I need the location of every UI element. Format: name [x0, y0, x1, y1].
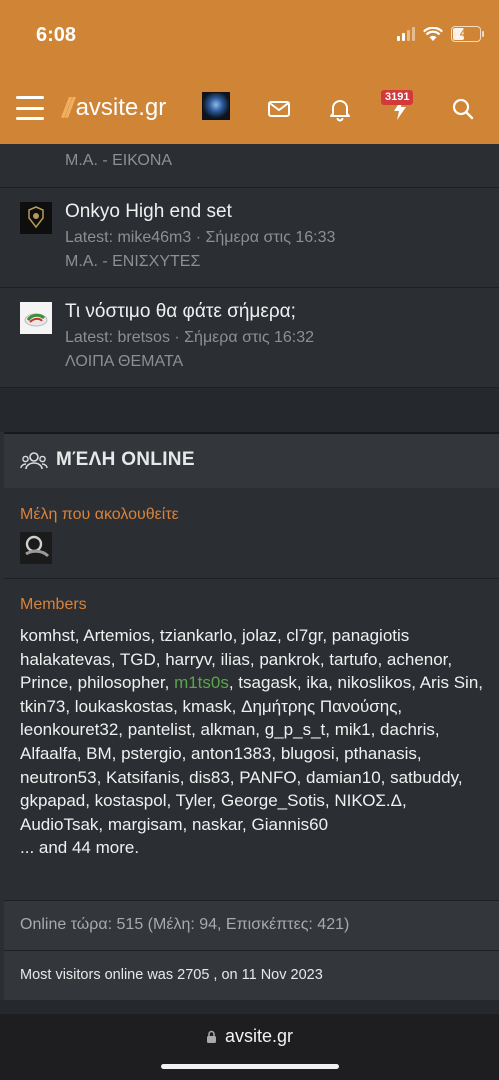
- url-text[interactable]: avsite.gr: [225, 1026, 293, 1047]
- highlighted-member[interactable]: m1ts0s: [174, 673, 229, 692]
- logo-mark-icon: //: [62, 92, 73, 123]
- home-indicator[interactable]: [161, 1064, 339, 1069]
- alerts-badge[interactable]: 3191: [381, 90, 414, 105]
- site-logo[interactable]: // avsite.gr: [62, 92, 166, 124]
- status-time: 6:08: [36, 24, 77, 46]
- cellular-signal-icon: [397, 27, 415, 41]
- online-block-title: ΜΈΛΗ ONLINE: [56, 449, 195, 470]
- followed-member-avatar[interactable]: [20, 532, 52, 564]
- members-list-text[interactable]: , tsagask, ika, nikoslikos, Aris Sin, tk…: [20, 673, 483, 834]
- thread-title[interactable]: Onkyo High end set: [65, 201, 232, 223]
- search-icon[interactable]: [450, 96, 476, 122]
- online-now-text: Online τώρα: 515 (Μέλη: 94, Επισκέπτες: …: [20, 916, 350, 933]
- thread-forum[interactable]: Μ.Α. - ΕΝΙΣΧΥΤΕΣ: [65, 253, 200, 271]
- online-now-row: Online τώρα: 515 (Μέλη: 94, Επισκέπτες: …: [4, 900, 499, 950]
- user-avatar[interactable]: [202, 92, 230, 120]
- menu-icon[interactable]: [16, 96, 44, 120]
- lock-icon: [206, 1030, 216, 1043]
- browser-bar: avsite.gr: [0, 1014, 499, 1080]
- address-bar[interactable]: avsite.gr: [0, 1026, 499, 1047]
- thread-forum[interactable]: ΛΟΙΠΑ ΘΕΜΑΤΑ: [65, 353, 183, 371]
- status-icons: 41: [397, 26, 484, 42]
- section-gap: [0, 388, 499, 432]
- thread-item[interactable]: Τι νόστιμο θα φάτε σήμερα; Latest: brets…: [0, 288, 499, 388]
- status-bar: 6:08 41: [0, 0, 499, 78]
- members-label[interactable]: Members: [20, 596, 87, 614]
- battery-level: 41: [459, 28, 473, 40]
- site-header: // avsite.gr 3191: [0, 78, 499, 144]
- following-label[interactable]: Μέλη που ακολουθείτε: [20, 506, 179, 524]
- more-members-link[interactable]: ... and 44 more.: [20, 838, 139, 857]
- thread-item[interactable]: Onkyo High end set Latest: mike46m3 · Σή…: [0, 188, 499, 288]
- online-block-header: ΜΈΛΗ ONLINE: [4, 432, 499, 488]
- footer-strip: [0, 1000, 499, 1014]
- thread-meta[interactable]: Latest: bretsos · Σήμερα στις 16:32: [65, 329, 314, 347]
- users-icon: [20, 452, 48, 470]
- thread-title[interactable]: Τι νόστιμο θα φάτε σήμερα;: [65, 301, 296, 323]
- thread-avatar[interactable]: [20, 302, 52, 334]
- thread-forum[interactable]: Μ.Α. - ΕΙΚΟΝΑ: [65, 152, 172, 170]
- battery-icon: 41: [451, 26, 484, 42]
- thread-item[interactable]: Μ.Α. - ΕΙΚΟΝΑ: [0, 144, 499, 188]
- online-block-body: Μέλη που ακολουθείτε Members komhst, Art…: [4, 488, 499, 950]
- record-text: Most visitors online was 2705 , on 11 No…: [20, 967, 323, 983]
- record-row: Most visitors online was 2705 , on 11 No…: [4, 950, 499, 1000]
- divider: [4, 578, 499, 579]
- online-members-list: komhst, Artemios, tziankarlo, jolaz, cl7…: [20, 624, 490, 860]
- thread-meta[interactable]: Latest: mike46m3 · Σήμερα στις 16:33: [65, 229, 335, 247]
- wifi-icon: [423, 26, 443, 41]
- thread-avatar[interactable]: [20, 202, 52, 234]
- logo-text: avsite.gr: [75, 94, 167, 121]
- page-content: Μ.Α. - ΕΙΚΟΝΑ Onkyo High end set Latest:…: [0, 144, 499, 1014]
- bell-icon[interactable]: [327, 96, 353, 122]
- inbox-icon[interactable]: [266, 96, 292, 122]
